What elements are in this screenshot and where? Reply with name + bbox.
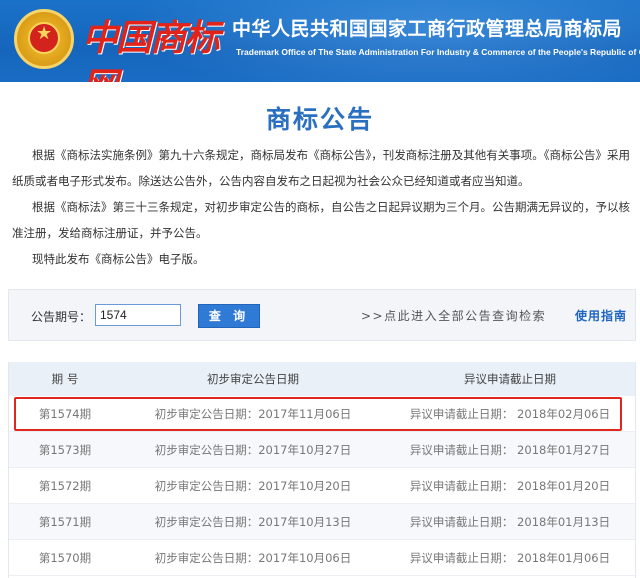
- prelim-date-cell: 初步审定公告日期：2017年10月27日: [154, 443, 352, 457]
- column-header-issue: 期 号: [51, 372, 79, 386]
- user-guide-link[interactable]: 使用指南: [575, 307, 627, 324]
- deadline-cell: 异议申请截止日期： 2018年01月06日: [409, 551, 611, 565]
- page-title: 商标公告: [265, 105, 374, 134]
- column-header-prelim-date: 初步审定公告日期: [207, 372, 299, 386]
- search-panel: 公告期号： 查 询 >>点此进入全部公告查询检索 使用指南: [8, 289, 636, 341]
- all-announcements-link[interactable]: >>点此进入全部公告查询检索: [361, 307, 546, 324]
- intro-paragraph: 根据《商标法实施条例》第九十六条规定，商标局发布《商标公告》，刊发商标注册及其他…: [12, 148, 630, 188]
- emblem-star-icon: ★: [36, 23, 53, 44]
- table-row[interactable]: 第1570期 初步审定公告日期：2017年10月06日 异议申请截止日期： 20…: [9, 540, 635, 576]
- prelim-date-cell: 初步审定公告日期：2017年10月06日: [154, 551, 352, 565]
- deadline-cell: 异议申请截止日期： 2018年02月06日: [409, 407, 611, 421]
- table-row[interactable]: 第1573期 初步审定公告日期：2017年10月27日 异议申请截止日期： 20…: [9, 432, 635, 468]
- site-logo[interactable]: 中国商标网: [82, 14, 222, 82]
- column-header-deadline: 异议申请截止日期: [464, 372, 556, 386]
- intro-paragraph: 根据《商标法》第三十三条规定，对初步审定公告的商标，自公告之日起异议期为三个月。…: [12, 200, 630, 240]
- issue-cell[interactable]: 第1570期: [9, 540, 121, 576]
- issue-cell[interactable]: 第1574期: [9, 396, 121, 432]
- table-header: 期 号 初步审定公告日期 异议申请截止日期: [9, 362, 635, 396]
- table-row[interactable]: 第1574期 初步审定公告日期：2017年11月06日 异议申请截止日期： 20…: [9, 396, 635, 432]
- query-button[interactable]: 查 询: [198, 304, 260, 328]
- site-header: ★ 中国商标网 中华人民共和国国家工商行政管理总局商标局 Trademark O…: [0, 0, 640, 82]
- table-row[interactable]: 第1571期 初步审定公告日期：2017年10月13日 异议申请截止日期： 20…: [9, 504, 635, 540]
- prelim-date-cell: 初步审定公告日期：2017年10月13日: [154, 515, 352, 529]
- deadline-cell: 异议申请截止日期： 2018年01月27日: [409, 443, 611, 457]
- intro-paragraph: 现特此发布《商标公告》电子版。: [32, 252, 205, 266]
- prelim-date-cell: 初步审定公告日期：2017年10月20日: [154, 479, 352, 493]
- national-emblem-icon: ★: [14, 9, 74, 69]
- issue-cell[interactable]: 第1573期: [9, 432, 121, 468]
- issue-cell[interactable]: 第1571期: [9, 504, 121, 540]
- issue-number-input[interactable]: [95, 304, 181, 326]
- header-title: 中华人民共和国国家工商行政管理总局商标局: [232, 18, 623, 40]
- header-subtitle: Trademark Office of The State Administra…: [236, 47, 640, 57]
- intro-text: 根据《商标法实施条例》第九十六条规定，商标局发布《商标公告》，刊发商标注册及其他…: [12, 142, 634, 272]
- issue-number-label: 公告期号：: [31, 310, 92, 324]
- table-row[interactable]: 第1572期 初步审定公告日期：2017年10月20日 异议申请截止日期： 20…: [9, 468, 635, 504]
- prelim-date-cell: 初步审定公告日期：2017年11月06日: [154, 407, 352, 421]
- issue-cell[interactable]: 第1572期: [9, 468, 121, 504]
- deadline-cell: 异议申请截止日期： 2018年01月20日: [409, 479, 611, 493]
- announcement-table: 期 号 初步审定公告日期 异议申请截止日期 第1574期 初步审定公告日期：20…: [8, 362, 636, 578]
- deadline-cell: 异议申请截止日期： 2018年01月13日: [409, 515, 611, 529]
